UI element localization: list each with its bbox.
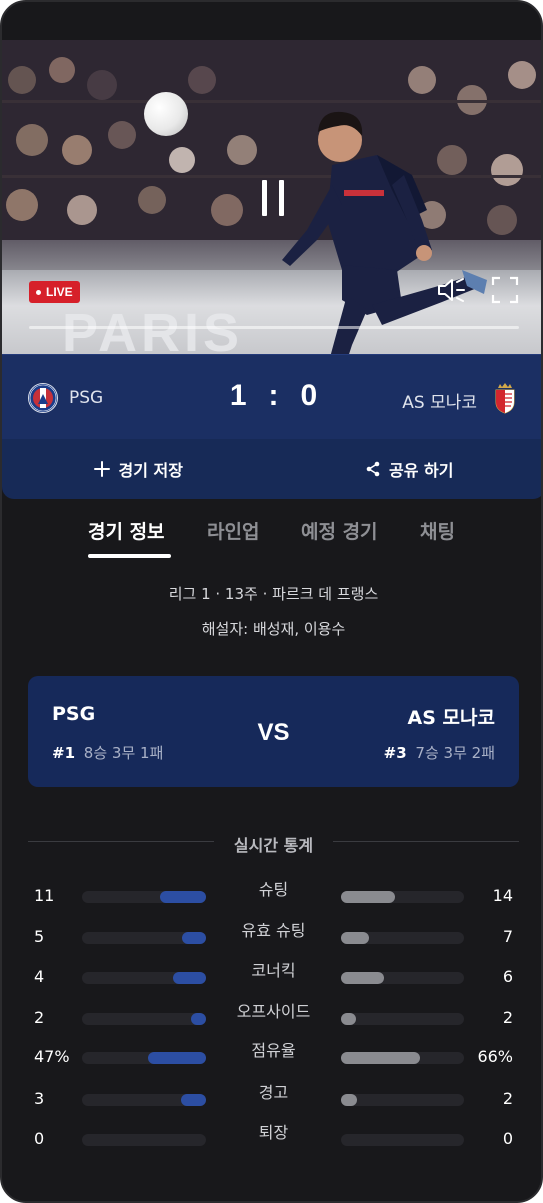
monaco-logo-icon bbox=[495, 383, 515, 414]
stat-away-bar bbox=[341, 972, 464, 984]
stat-away-bar bbox=[341, 1094, 464, 1106]
home-record: #1 8승 3무 1패 bbox=[52, 742, 163, 763]
versus-card: PSG AS 모나코 VS #1 8승 3무 1패 #3 7승 3무 2패 bbox=[28, 676, 519, 787]
stat-away-value: 6 bbox=[502, 967, 513, 986]
pause-icon[interactable] bbox=[262, 180, 284, 216]
stat-away-bar-fill bbox=[341, 1013, 356, 1025]
stat-away-bar-fill bbox=[341, 891, 396, 903]
stat-away-value: 7 bbox=[502, 927, 513, 946]
share-icon bbox=[366, 461, 380, 477]
home-score: 1 bbox=[229, 379, 247, 412]
divider-right bbox=[333, 841, 519, 842]
save-match-button[interactable]: 경기 저장 bbox=[2, 439, 274, 499]
tab-bar: 경기 정보 라인업 예정 경기 채팅 bbox=[2, 513, 541, 563]
save-match-label: 경기 저장 bbox=[118, 461, 183, 480]
active-tab-indicator bbox=[88, 554, 171, 558]
volume-mute-icon[interactable] bbox=[436, 276, 466, 304]
stat-away-value: 2 bbox=[502, 1089, 513, 1108]
tab-match-info[interactable]: 경기 정보 bbox=[88, 517, 165, 544]
stat-row: 0 퇴장 0 bbox=[2, 1123, 541, 1155]
stat-row: 5 유효 슈팅 7 bbox=[2, 921, 541, 953]
share-button[interactable]: 공유 하기 bbox=[274, 439, 542, 499]
plus-icon bbox=[93, 461, 110, 477]
away-team-name: AS 모나코 bbox=[402, 393, 477, 413]
tab-lineup[interactable]: 라인업 bbox=[207, 517, 259, 544]
stat-away-bar-fill bbox=[341, 1094, 357, 1106]
league-info: 리그 1 · 13주 · 파르크 데 프랭스 bbox=[168, 585, 379, 603]
tab-chat[interactable]: 채팅 bbox=[420, 517, 455, 544]
commentators-info: 해설자: 배성재, 이용수 bbox=[201, 620, 346, 638]
stat-away-value: 14 bbox=[492, 886, 513, 905]
score-bar: PSG 1:0 AS 모나코 bbox=[2, 354, 541, 439]
stat-away-bar bbox=[341, 932, 464, 944]
live-stats-title: 실시간 통계 bbox=[233, 836, 314, 855]
away-score: 0 bbox=[300, 379, 318, 412]
stat-away-bar-fill bbox=[341, 932, 370, 944]
stat-row: 4 코너킥 6 bbox=[2, 961, 541, 993]
stat-row: 11 슈팅 14 bbox=[2, 880, 541, 912]
away-record-text: 7승 3무 2패 bbox=[415, 744, 495, 762]
share-label: 공유 하기 bbox=[389, 461, 454, 480]
stat-away-bar bbox=[341, 1134, 464, 1146]
stat-row: 2 오프사이드 2 bbox=[2, 1002, 541, 1034]
home-rank: #1 bbox=[52, 744, 76, 762]
video-progress-bar[interactable] bbox=[29, 326, 519, 329]
home-record-text: 8승 3무 1패 bbox=[83, 744, 164, 762]
action-bar: 경기 저장 공유 하기 bbox=[2, 439, 542, 499]
live-dot-icon bbox=[36, 289, 41, 295]
stat-away-value: 66% bbox=[477, 1047, 513, 1066]
live-label: LIVE bbox=[46, 285, 73, 299]
stat-away-bar bbox=[341, 891, 464, 903]
fullscreen-icon[interactable] bbox=[491, 276, 519, 304]
stat-away-value: 0 bbox=[502, 1129, 513, 1148]
live-badge: LIVE bbox=[29, 281, 80, 303]
phone-frame: PARIS LIVE PSG 1: 0 AS 모나코 경기 저장 공유 하기 … bbox=[0, 0, 543, 1203]
stat-away-bar bbox=[341, 1013, 464, 1025]
tab-upcoming[interactable]: 예정 경기 bbox=[301, 517, 378, 544]
stat-away-value: 2 bbox=[502, 1008, 513, 1027]
soccer-ball bbox=[144, 92, 188, 136]
stat-away-bar bbox=[341, 1052, 464, 1064]
away-rank: #3 bbox=[383, 744, 407, 762]
score-separator: : bbox=[268, 379, 279, 412]
player-image bbox=[282, 111, 487, 354]
stat-away-bar-fill bbox=[341, 972, 385, 984]
stat-row: 3 경고 2 bbox=[2, 1083, 541, 1115]
stat-row: 47% 점유율 66% bbox=[2, 1041, 541, 1073]
away-record: #3 7승 3무 2패 bbox=[384, 742, 495, 763]
video-player[interactable]: PARIS LIVE bbox=[2, 40, 541, 354]
stat-away-bar-fill bbox=[341, 1052, 420, 1064]
